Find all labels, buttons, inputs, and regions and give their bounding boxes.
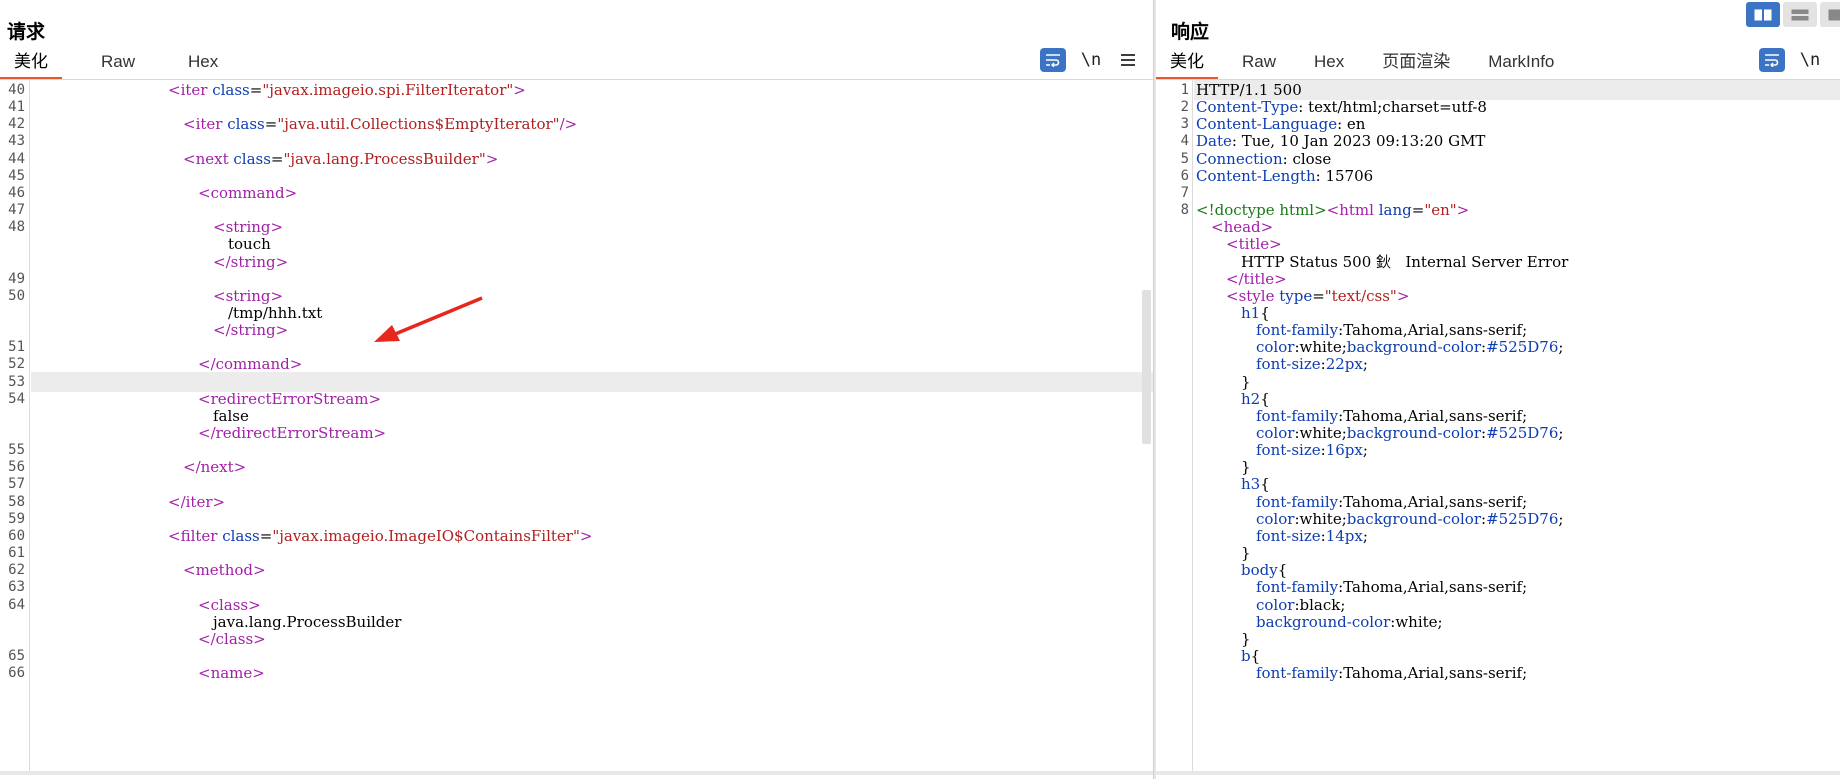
response-horizontal-scrollbar[interactable] (1156, 771, 1840, 775)
code-line: font-family:Tahoma,Arial,sans-serif; (1194, 663, 1840, 683)
response-editor[interactable]: 12345678 HTTP/1.1 500 Content-Type: text/… (1156, 80, 1840, 775)
line-number-gutter: 12345678 (1156, 80, 1193, 775)
hamburger-menu-icon[interactable] (1115, 48, 1141, 72)
newline-toggle-button[interactable]: \n (1078, 48, 1104, 72)
response-tab-hex[interactable]: Hex (1300, 52, 1358, 80)
request-code[interactable]: <iter class="javax.imageio.spi.FilterIte… (31, 80, 1153, 775)
response-title: 响应 (1171, 21, 1210, 43)
request-editor[interactable]: 40 41 42 43 44 45 46 47 48 49 50 51 52 53 54 55 56 57 58 59… (0, 80, 1153, 775)
response-tabs: 美化 Raw Hex 页面渲染 MarkInfo (1156, 52, 1578, 80)
response-tab-raw[interactable]: Raw (1228, 52, 1290, 80)
line-number: 48 (8, 219, 25, 236)
wrap-lines-icon[interactable] (1759, 48, 1785, 72)
request-pane: 请求 美化 Raw Hex \n 40 41 42 43 44 45 46 47 48 49 50 5… (0, 0, 1153, 779)
response-tab-markinfo[interactable]: MarkInfo (1474, 52, 1568, 80)
request-tab-pretty[interactable]: 美化 (0, 52, 62, 80)
wrap-lines-icon[interactable] (1040, 48, 1066, 72)
code-token: :Tahoma,Arial,sans-serif; (1338, 664, 1528, 683)
request-tabs: 美化 Raw Hex (0, 52, 257, 80)
split-vertical-icon[interactable] (1746, 2, 1780, 27)
response-tab-render[interactable]: 页面渲染 (1368, 52, 1464, 80)
request-horizontal-scrollbar[interactable] (0, 771, 1153, 775)
request-title: 请求 (7, 21, 46, 43)
layout-selector (1746, 2, 1840, 27)
request-vertical-scrollbar[interactable] (1142, 290, 1151, 444)
code-line: <name> (31, 663, 1153, 683)
request-tab-raw[interactable]: Raw (87, 52, 149, 80)
line-number: 66 (8, 665, 25, 682)
newline-toggle-button[interactable]: \n (1797, 48, 1823, 72)
red-arrow-icon (374, 296, 483, 342)
response-tab-pretty[interactable]: 美化 (1156, 52, 1218, 80)
single-pane-icon[interactable] (1820, 2, 1840, 27)
line-number-gutter: 40 41 42 43 44 45 46 47 48 49 50 51 52 53 54 55 56 57 58 59… (0, 80, 30, 775)
line-number: 64 (8, 596, 25, 613)
response-code[interactable]: HTTP/1.1 500 Content-Type: text/html;char… (1194, 80, 1840, 775)
split-horizontal-icon[interactable] (1783, 2, 1817, 27)
code-token: <name> (198, 664, 265, 683)
line-number: 8 (1180, 202, 1189, 219)
request-tab-hex[interactable]: Hex (174, 52, 232, 80)
response-pane: 响应 美化 Raw Hex 页面渲染 MarkInfo \n 12345678 … (1156, 0, 1840, 779)
code-token: font-family (1256, 664, 1339, 683)
line-number: 54 (8, 390, 25, 407)
line-number: 50 (8, 287, 25, 304)
